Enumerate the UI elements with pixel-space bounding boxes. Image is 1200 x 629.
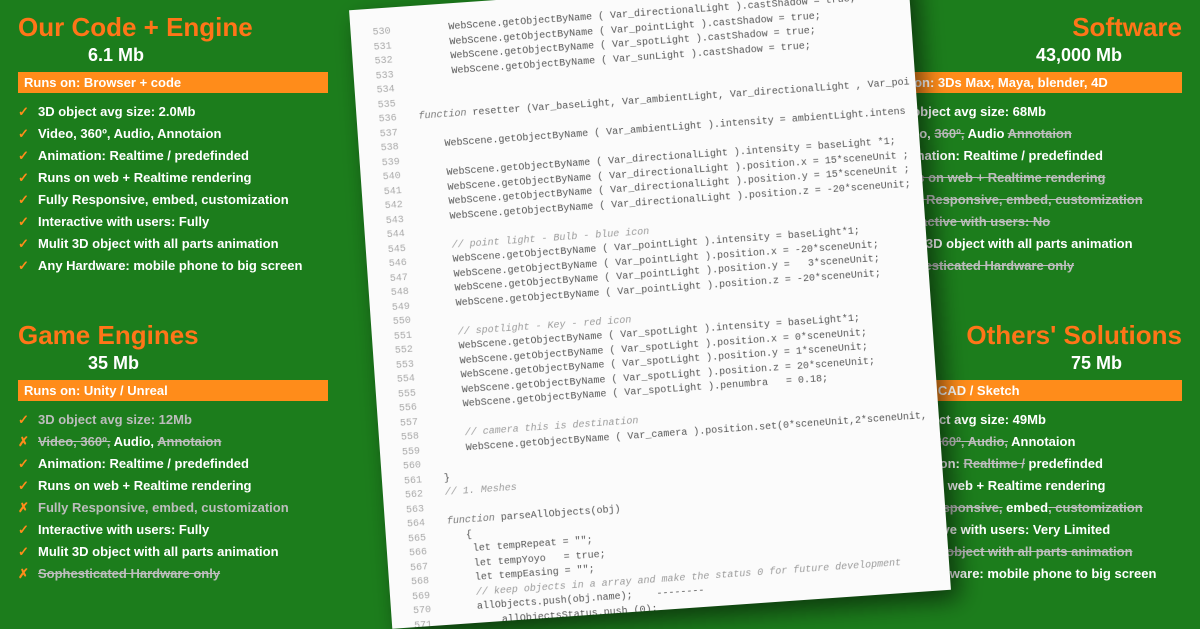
check-icon <box>18 170 32 186</box>
feature-item: Video, 360º, Audio, Annotaion <box>18 123 328 145</box>
feature-text: 3D object avg size: 68Mb <box>892 104 1182 119</box>
feature-text: Interactive with users: No <box>892 214 1182 229</box>
panel-our-code: Our Code + Engine6.1 Mb Runs on: Browser … <box>18 12 328 277</box>
feature-text: 3D object avg size: 12Mb <box>38 412 328 427</box>
feature-text: Video, 360º, Audio, Annotaion <box>38 126 328 141</box>
feature-text: Video, 360º, Audio, Annotaion <box>38 434 328 449</box>
feature-text: Mulit 3D object with all parts animation <box>38 544 328 559</box>
check-icon <box>18 126 32 142</box>
feature-item: Interactive with users: Fully <box>18 211 328 233</box>
panel-title: Our Code + Engine <box>18 12 328 43</box>
check-icon <box>18 522 32 538</box>
feature-text: Video, 360º, Audio Annotaion <box>892 126 1182 141</box>
check-icon <box>18 544 32 560</box>
feature-item: Animation: Realtime / predefinded <box>18 453 328 475</box>
feature-item: Mulit 3D object with all parts animation <box>18 541 328 563</box>
feature-item: 3D object avg size: 2.0Mb <box>18 101 328 123</box>
check-icon <box>18 456 32 472</box>
feature-text: Sophesticated Hardware only <box>38 566 328 581</box>
feature-text: Mulit 3D object with all parts animation <box>38 236 328 251</box>
feature-item: 3D object avg size: 12Mb <box>18 409 328 431</box>
panel-title: Game Engines <box>18 320 328 351</box>
feature-text: 3D object avg size: 2.0Mb <box>38 104 328 119</box>
panel-subtitle: 43,000 Mb <box>872 45 1182 66</box>
feature-item: Runs on web + Realtime rendering <box>18 167 328 189</box>
feature-text: Mulit 3D object with all parts animation <box>892 236 1182 251</box>
check-icon <box>18 258 32 274</box>
feature-text: Interactive with users: Fully <box>38 214 328 229</box>
feature-text: Fully Responsive, embed, customization <box>892 192 1182 207</box>
cross-icon <box>18 434 32 450</box>
panel-subtitle: 6.1 Mb <box>18 45 328 66</box>
feature-text: Animation: Realtime / predefinded <box>38 148 328 163</box>
feature-text: Interactive with users: Fully <box>38 522 328 537</box>
check-icon <box>18 478 32 494</box>
feature-item: Fully Responsive, embed, customization <box>18 497 328 519</box>
panel-title: Software <box>872 12 1182 43</box>
runs-on-bar: Runs on: Unity / Unreal <box>18 380 328 401</box>
feature-text: Runs on web + Realtime rendering <box>38 478 328 493</box>
check-icon <box>18 412 32 428</box>
feature-text: Any Hardware: mobile phone to big screen <box>38 258 328 273</box>
feature-item: Runs on web + Realtime rendering <box>18 475 328 497</box>
feature-item: Fully Responsive, embed, customization <box>18 189 328 211</box>
feature-text: Runs on web + Realtime rendering <box>892 170 1182 185</box>
check-icon <box>18 104 32 120</box>
check-icon <box>18 214 32 230</box>
runs-on-bar: Runs on: Browser + code <box>18 72 328 93</box>
cross-icon <box>18 566 32 582</box>
panel-game-engines: Game Engines35 Mb Runs on: Unity / Unreal… <box>18 320 328 585</box>
cross-icon <box>18 500 32 516</box>
feature-item: Any Hardware: mobile phone to big screen <box>18 255 328 277</box>
check-icon <box>18 236 32 252</box>
feature-text: Animation: Realtime / predefinded <box>892 148 1182 163</box>
feature-text: Fully Responsive, embed, customization <box>38 500 328 515</box>
code-paper: 530 WebScene.getObjectByName ( Var_direc… <box>349 0 951 629</box>
feature-item: 3D object avg size: 68Mb <box>872 101 1182 123</box>
feature-item: Animation: Realtime / predefinded <box>18 145 328 167</box>
feature-item: Sophesticated Hardware only <box>18 563 328 585</box>
feature-item: Video, 360º, Audio, Annotaion <box>18 431 328 453</box>
check-icon <box>18 192 32 208</box>
feature-item: Interactive with users: Fully <box>18 519 328 541</box>
feature-item: Mulit 3D object with all parts animation <box>18 233 328 255</box>
panel-subtitle: 35 Mb <box>18 353 328 374</box>
feature-text: Runs on web + Realtime rendering <box>38 170 328 185</box>
check-icon <box>18 148 32 164</box>
feature-text: Animation: Realtime / predefinded <box>38 456 328 471</box>
feature-text: Sophesticated Hardware only <box>892 258 1182 273</box>
runs-on-bar: Runs on: 3Ds Max, Maya, blender, 4D <box>872 72 1182 93</box>
feature-text: Fully Responsive, embed, customization <box>38 192 328 207</box>
